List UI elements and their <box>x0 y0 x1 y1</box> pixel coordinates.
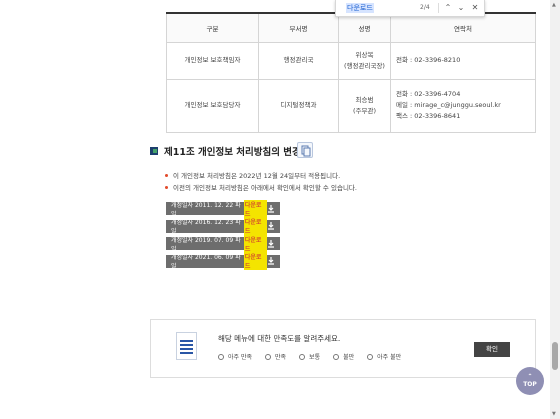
person-name: 위상복 <box>355 50 374 59</box>
download-link-text: 다운로드 <box>243 199 267 218</box>
person-name: 최승범 <box>355 95 374 104</box>
survey-option[interactable]: 보통 <box>299 352 320 361</box>
scroll-up-icon[interactable]: ▲ <box>552 2 556 8</box>
find-input[interactable]: 다운로드 <box>346 3 374 13</box>
download-button[interactable]: 개정일자 2019. 07. 09 파일 다운로드 <box>166 234 280 253</box>
list-item: 이 개인정보 처리방침은 2022년 12월 24일부터 적용됩니다. <box>165 170 357 182</box>
option-label: 불만 <box>343 354 355 361</box>
radio-button[interactable] <box>367 353 374 360</box>
download-button[interactable]: 개정일자 2021. 06. 09 파일 다운로드 <box>166 252 280 270</box>
chevron-up-icon: ⌃ <box>527 373 533 380</box>
contact-line: 팩스 : 02-3396-8641 <box>396 112 461 120</box>
table-row: 개인정보 보호담당자 디지털정책과 최승범 (주무관) 전화 : 02-3396… <box>166 78 536 133</box>
copy-link-icon[interactable] <box>297 142 313 158</box>
top-label: TOP <box>523 381 537 388</box>
survey-options: 아주 만족 만족 보통 불만 아주 불만 <box>218 352 414 361</box>
satisfaction-survey: 해당 메뉴에 대한 만족도를 알려주세요. 아주 만족 만족 보통 불만 아주 … <box>150 319 536 378</box>
download-link-text: 다운로드 <box>243 234 267 253</box>
radio-button[interactable] <box>299 353 306 360</box>
option-label: 아주 불만 <box>377 354 402 361</box>
radio-button[interactable] <box>265 353 271 360</box>
download-label: 개정일자 2021. 06. 09 파일 <box>171 254 241 270</box>
download-icon <box>267 204 275 213</box>
download-icon <box>267 222 275 230</box>
radio-button[interactable] <box>218 353 224 360</box>
download-link-text: 다운로드 <box>243 252 267 270</box>
download-link-text: 다운로드 <box>243 217 267 235</box>
survey-option[interactable]: 만족 <box>265 352 286 361</box>
table-cell-dept: 디지털정책과 <box>258 78 339 133</box>
option-label: 아주 만족 <box>228 354 252 361</box>
section-bullet-list: 이 개인정보 처리방침은 2022년 12월 24일부터 적용됩니다. 이전의 … <box>165 170 357 194</box>
download-icon <box>267 257 275 265</box>
download-label: 개정일자 2016. 12. 23 파일 <box>171 219 241 235</box>
download-icon <box>267 239 275 248</box>
radio-button[interactable] <box>333 353 340 360</box>
contact-line: 메일 : mirage_c@junggu.seoul.kr <box>396 101 501 109</box>
scroll-down-icon[interactable]: ▼ <box>552 411 556 417</box>
find-match-count: 2/4 <box>420 4 430 11</box>
download-button[interactable]: 개정일자 2016. 12. 23 파일 다운로드 <box>166 217 280 235</box>
survey-question: 해당 메뉴에 대한 만족도를 알려주세요. <box>218 334 341 343</box>
table-cell-type: 개인정보 보호담당자 <box>166 78 259 133</box>
privacy-officer-table: 구분 부서명 성명 연락처 개인정보 보호책임자 행정관리국 위상복 (행정관리… <box>166 12 536 133</box>
person-title: (행정관리국장) <box>344 61 385 70</box>
submit-button[interactable]: 확인 <box>474 342 510 357</box>
table-header-row: 구분 부서명 성명 연락처 <box>166 12 536 43</box>
option-label: 보통 <box>309 354 321 361</box>
survey-option[interactable]: 아주 불만 <box>367 352 401 361</box>
table-header: 성명 <box>338 12 391 43</box>
download-label: 개정일자 2011. 12. 22 파일 <box>171 201 241 218</box>
table-header: 구분 <box>166 12 259 43</box>
find-in-page-bar: 다운로드 2/4 ⌃ ⌄ ✕ <box>335 0 485 17</box>
section-heading: 제11조 개인정보 처리방침의 변경 <box>150 144 301 158</box>
table-cell-name: 위상복 (행정관리국장) <box>338 41 391 80</box>
person-title: (주무관) <box>352 106 376 115</box>
list-item: 이전의 개인정보 처리방침은 아래에서 확인에서 확인할 수 있습니다. <box>165 182 357 194</box>
contact-line: 전화 : 02-3396-4704 <box>396 90 461 98</box>
section-title: 제11조 개인정보 처리방침의 변경 <box>164 147 301 158</box>
table-cell-type: 개인정보 보호책임자 <box>166 41 259 80</box>
survey-option[interactable]: 아주 만족 <box>218 352 252 361</box>
download-button[interactable]: 개정일자 2011. 12. 22 파일 다운로드 <box>166 199 280 218</box>
table-cell-contact: 전화 : 02-3396-8210 <box>390 41 536 80</box>
back-to-top-button[interactable]: ⌃ TOP <box>516 367 544 395</box>
table-header: 연락처 <box>390 12 536 43</box>
table-row: 개인정보 보호책임자 행정관리국 위상복 (행정관리국장) 전화 : 02-33… <box>166 41 536 80</box>
contact-line: 전화 : 02-3396-8210 <box>396 56 461 64</box>
table-cell-dept: 행정관리국 <box>258 41 339 80</box>
option-label: 만족 <box>275 354 287 361</box>
section-square-icon <box>150 147 158 155</box>
scrollbar-thumb[interactable] <box>552 342 558 370</box>
document-icon <box>176 332 197 360</box>
find-next-icon[interactable]: ⌄ <box>456 2 466 14</box>
download-list: 개정일자 2011. 12. 22 파일 다운로드 개정일자 2016. 12.… <box>166 199 280 272</box>
table-cell-name: 최승범 (주무관) <box>338 78 391 133</box>
download-label: 개정일자 2019. 07. 09 파일 <box>171 236 241 253</box>
find-previous-icon[interactable]: ⌃ <box>443 2 453 14</box>
table-header: 부서명 <box>258 12 339 43</box>
survey-option[interactable]: 불만 <box>333 352 354 361</box>
close-icon[interactable]: ✕ <box>470 2 480 14</box>
table-cell-contact: 전화 : 02-3396-4704 메일 : mirage_c@junggu.s… <box>390 78 536 133</box>
find-divider <box>438 3 439 13</box>
page-scrollbar[interactable]: ▲ ▼ <box>550 0 560 419</box>
